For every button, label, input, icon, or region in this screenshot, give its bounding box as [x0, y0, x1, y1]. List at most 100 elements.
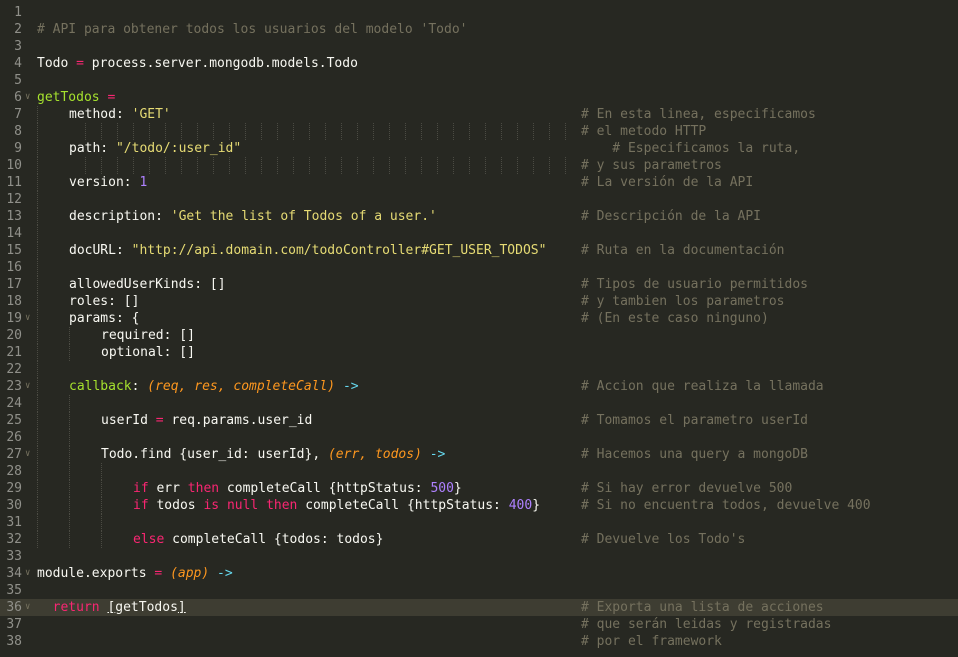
code-token: = — [155, 413, 164, 428]
code-token: Todo — [37, 56, 77, 71]
code-token: null — [226, 498, 259, 513]
code-line[interactable]: 36 ∨ return [getTodos] # Exporta una lista… — [0, 599, 958, 616]
code-token: "http://api.domain.com/todoController#GE… — [131, 243, 547, 258]
alignment-guide — [245, 123, 246, 140]
code-line[interactable]: 28 — [0, 463, 958, 480]
inline-comment: # En esta linea, especificamos — [581, 107, 816, 122]
indent-guide — [37, 140, 38, 157]
indent-guide — [69, 327, 70, 344]
code-line[interactable]: 21 optional: [] — [0, 344, 958, 361]
indent-guide — [37, 225, 38, 242]
code-line[interactable]: 8 # el metodo HTTP — [0, 123, 958, 140]
code-line[interactable]: 20 required: [] — [0, 327, 958, 344]
code-token: err — [148, 481, 188, 496]
inline-comment: # (En este caso ninguno) — [581, 311, 769, 326]
inline-comment: # Especificamos la ruta, — [581, 141, 801, 156]
code-text: Todo.find {user_id: userId}, (err, todos… — [101, 446, 445, 463]
line-number: 1 — [14, 5, 22, 20]
line-number: 19 — [6, 311, 22, 326]
code-line[interactable]: 17 allowedUserKinds: [] # Tipos de usuario… — [0, 276, 958, 293]
code-token: getTodos — [115, 600, 178, 615]
alignment-guide — [405, 157, 406, 174]
fold-chevron-icon[interactable]: ∨ — [25, 89, 30, 106]
alignment-guide — [389, 123, 390, 140]
code-line[interactable]: 22 — [0, 361, 958, 378]
code-line[interactable]: 6 ∨ getTodos = — [0, 89, 958, 106]
code-token: -> — [217, 566, 233, 581]
line-number: 12 — [6, 192, 22, 207]
code-line[interactable]: 5 — [0, 72, 958, 89]
code-line[interactable]: 13 description: 'Get the list of Todos of… — [0, 208, 958, 225]
alignment-guide — [229, 157, 230, 174]
code-line[interactable]: 31 — [0, 514, 958, 531]
code-line[interactable]: 12 — [0, 191, 958, 208]
fold-chevron-icon[interactable]: ∨ — [25, 599, 30, 616]
code-line[interactable]: 32 else completeCall {todos: todos} # Devu… — [0, 531, 958, 548]
alignment-guide — [517, 123, 518, 140]
code-line[interactable]: 24 — [0, 395, 958, 412]
code-token: "/todo/:user_id" — [115, 141, 242, 156]
code-text: if todos is null then completeCall {http… — [133, 497, 540, 514]
code-line[interactable]: 18 roles: [] # y tambien los parametros — [0, 293, 958, 310]
fold-chevron-icon[interactable]: ∨ — [25, 378, 30, 395]
code-line[interactable]: 38 # por el framework — [0, 633, 958, 650]
indent-guide — [101, 480, 102, 497]
inline-comment: # por el framework — [581, 634, 722, 649]
inline-comment: # Hacemos una query a mongoDB — [581, 447, 808, 462]
code-line[interactable]: 29 if err then completeCall {httpStatus: … — [0, 480, 958, 497]
line-number: 4 — [14, 56, 22, 71]
code-token: module.exports — [37, 566, 155, 581]
code-line[interactable]: 25 userId = req.params.user_id # Tomamos e… — [0, 412, 958, 429]
line-number: 20 — [6, 328, 22, 343]
code-line[interactable]: 16 — [0, 259, 958, 276]
code-line[interactable]: 34 ∨ module.exports = (app) -> — [0, 565, 958, 582]
line-number: 6 — [14, 90, 22, 105]
code-line[interactable]: 33 — [0, 548, 958, 565]
alignment-guide — [533, 123, 534, 140]
code-line[interactable]: 23 ∨ callback: (req, res, completeCall) ->… — [0, 378, 958, 395]
alignment-guide — [405, 123, 406, 140]
alignment-guide — [197, 157, 198, 174]
alignment-guide — [213, 123, 214, 140]
code-line[interactable]: 11 version: 1 # La versión de la API — [0, 174, 958, 191]
code-line[interactable]: 10 # y sus parametros — [0, 157, 958, 174]
fold-chevron-icon[interactable]: ∨ — [25, 565, 30, 582]
code-line[interactable]: 30 if todos is null then completeCall {ht… — [0, 497, 958, 514]
indent-guide — [69, 531, 70, 548]
code-line[interactable]: 1 — [0, 4, 958, 21]
code-line[interactable]: 15 docURL: "http://api.domain.com/todoCon… — [0, 242, 958, 259]
code-line[interactable]: 2 # API para obtener todos los usuarios d… — [0, 21, 958, 38]
code-line[interactable]: 26 — [0, 429, 958, 446]
code-token: getTodos — [37, 90, 100, 105]
inline-comment: # Exporta una lista de acciones — [581, 600, 824, 615]
code-line[interactable]: 7 method: 'GET' # En esta linea, especific… — [0, 106, 958, 123]
code-token: Todo.find {user_id: userId}, — [101, 447, 328, 462]
code-line[interactable]: 4 Todo = process.server.mongodb.models.To… — [0, 55, 958, 72]
code-text: else completeCall {todos: todos} — [133, 531, 383, 548]
code-token: callback — [69, 379, 132, 394]
code-line[interactable]: 27 ∨ Todo.find {user_id: userId}, (err, to… — [0, 446, 958, 463]
inline-comment: # Ruta en la documentación — [581, 243, 785, 258]
line-number: 31 — [6, 515, 22, 530]
fold-chevron-icon[interactable]: ∨ — [25, 446, 30, 463]
code-token: userId — [101, 413, 156, 428]
code-editor[interactable]: 1 2 # API para obtener todos los usuarios … — [0, 0, 958, 657]
alignment-guide — [517, 157, 518, 174]
alignment-guide — [341, 157, 342, 174]
code-line[interactable]: 3 — [0, 38, 958, 55]
fold-chevron-icon[interactable]: ∨ — [25, 310, 30, 327]
alignment-guide — [229, 123, 230, 140]
code-text: params: { — [69, 310, 139, 327]
alignment-guide — [469, 123, 470, 140]
code-line[interactable]: 14 — [0, 225, 958, 242]
code-line[interactable]: 19 ∨ params: { # (En este caso ninguno) — [0, 310, 958, 327]
alignment-guide — [293, 123, 294, 140]
code-text: # API para obtener todos los usuarios de… — [37, 21, 467, 38]
code-token: description: — [69, 209, 171, 224]
code-line[interactable]: 35 — [0, 582, 958, 599]
code-text: return [getTodos] — [37, 599, 186, 616]
code-line[interactable]: 37 # que serán leidas y registradas — [0, 616, 958, 633]
code-line[interactable]: 9 path: "/todo/:user_id" # Especificamos … — [0, 140, 958, 157]
code-token: roles: [] — [69, 294, 140, 309]
